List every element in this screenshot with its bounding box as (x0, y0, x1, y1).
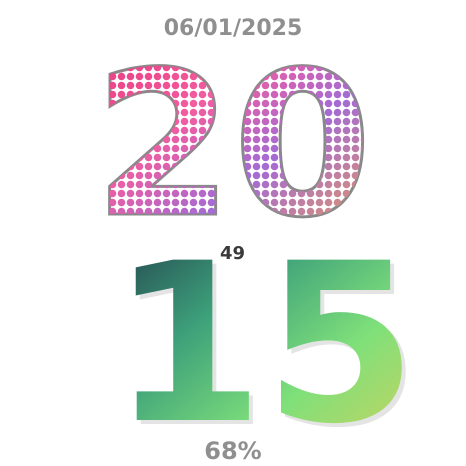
battery-percentage: 68% (204, 437, 262, 465)
minute-digits: 15 15 (111, 216, 421, 466)
watch-face: 06/01/2025 20 20 15 15 49 68% (0, 0, 466, 466)
time-graphic: 20 20 15 15 (92, 28, 421, 466)
seconds-label: 49 (220, 243, 246, 264)
minute-text-fill: 15 (111, 216, 417, 466)
